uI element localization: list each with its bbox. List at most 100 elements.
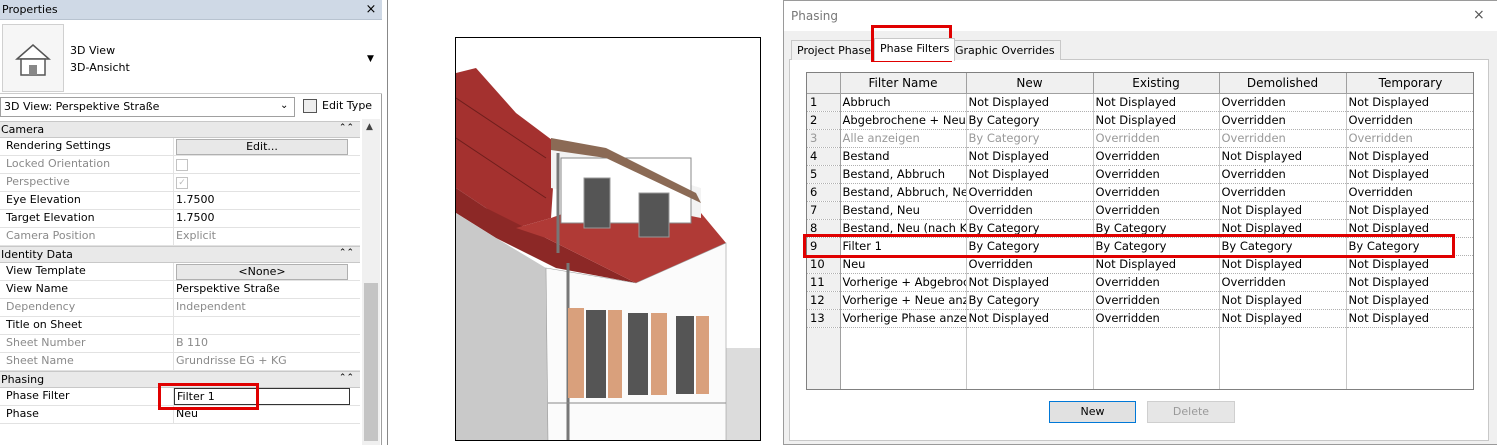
group-header-camera[interactable]: Camera ⌃⌃ <box>0 121 360 138</box>
phase-status-cell[interactable]: Overridden <box>1093 273 1220 292</box>
filter-name-cell[interactable]: Abgebrochene + Neue <box>840 111 967 130</box>
phase-status-cell[interactable]: Not Displayed <box>1346 273 1473 292</box>
phase-status-cell[interactable]: Not Displayed <box>1219 309 1347 328</box>
view-name-field[interactable]: Perspektive Straße <box>174 281 350 298</box>
phase-status-cell[interactable]: Overridden <box>1219 93 1347 112</box>
dialog-titlebar[interactable] <box>784 1 1497 31</box>
phase-status-cell[interactable]: Overridden <box>1346 183 1473 202</box>
phase-status-cell[interactable]: Not Displayed <box>966 309 1094 328</box>
title-on-sheet-field[interactable] <box>174 317 350 334</box>
row-number[interactable]: 6 <box>807 183 841 202</box>
phase-status-cell[interactable]: Not Displayed <box>1093 111 1220 130</box>
phase-status-cell[interactable]: Not Displayed <box>1219 219 1347 238</box>
phase-status-cell[interactable]: Overridden <box>1346 129 1473 148</box>
filter-name-cell[interactable]: Bestand, Neu <box>840 201 967 220</box>
phase-status-cell[interactable]: Overridden <box>1219 129 1347 148</box>
table-row[interactable]: 8 Bestand, Neu (nach Kat By Category By Cat… <box>807 219 1473 238</box>
row-number[interactable]: 10 <box>807 255 841 274</box>
table-row[interactable]: 13 Vorherige Phase anzeig Not Displayed Ove… <box>807 309 1473 328</box>
group-header-phasing[interactable]: Phasing ⌃⌃ <box>0 371 360 388</box>
column-header[interactable]: New <box>966 73 1094 94</box>
scroll-up-icon[interactable]: ▲ <box>366 122 373 132</box>
phase-status-cell[interactable]: Not Displayed <box>1346 165 1473 184</box>
group-header-identity-data[interactable]: Identity Data ⌃⌃ <box>0 246 360 263</box>
table-row[interactable]: 11 Vorherige + Abgebroc Not Displayed Overr… <box>807 273 1473 292</box>
chevron-down-icon[interactable]: ▼ <box>367 54 374 64</box>
close-icon[interactable]: × <box>362 1 380 19</box>
phase-status-cell[interactable]: Not Displayed <box>966 147 1094 166</box>
rendering-settings-edit-button[interactable]: Edit... <box>176 139 348 155</box>
phase-status-cell[interactable]: Overridden <box>1346 111 1473 130</box>
filter-name-cell[interactable]: Vorherige Phase anzeig <box>840 309 967 328</box>
phase-status-cell[interactable]: Not Displayed <box>1219 147 1347 166</box>
row-number[interactable]: 7 <box>807 201 841 220</box>
phase-status-cell[interactable]: By Category <box>1346 237 1473 256</box>
phase-status-cell[interactable]: Overridden <box>1219 165 1347 184</box>
phase-status-cell[interactable]: Overridden <box>966 183 1094 202</box>
column-header[interactable]: Existing <box>1093 73 1220 94</box>
column-header[interactable]: Temporary <box>1346 73 1473 94</box>
tab-phase-filters[interactable]: Phase Filters <box>874 38 956 61</box>
row-number[interactable]: 2 <box>807 111 841 130</box>
row-number[interactable]: 13 <box>807 309 841 328</box>
new-button[interactable]: New <box>1049 401 1136 423</box>
instance-selector[interactable]: 3D View: Perspektive Straße <box>0 97 295 117</box>
view-template-button[interactable]: <None> <box>176 264 348 280</box>
filter-name-cell[interactable]: Abbruch <box>840 93 967 112</box>
view-crop-region[interactable] <box>455 37 761 441</box>
scrollbar-thumb[interactable] <box>364 283 378 441</box>
row-number[interactable]: 11 <box>807 273 841 292</box>
phase-status-cell[interactable]: Overridden <box>1093 309 1220 328</box>
table-row[interactable]: 2 Abgebrochene + Neue By Category Not Displ… <box>807 111 1473 130</box>
edit-type-button[interactable]: Edit Type <box>322 99 372 112</box>
filter-name-cell[interactable]: Bestand, Abbruch, Neu <box>840 183 967 202</box>
phase-status-cell[interactable]: Overridden <box>1093 129 1220 148</box>
phase-status-cell[interactable]: By Category <box>966 237 1094 256</box>
column-header[interactable]: Filter Name <box>840 73 967 94</box>
phase-status-cell[interactable]: Not Displayed <box>1093 255 1220 274</box>
phase-status-cell[interactable]: Overridden <box>1219 183 1347 202</box>
target-elevation-field[interactable]: 1.7500 <box>174 210 350 227</box>
phase-filter-input[interactable]: Filter 1 <box>174 388 350 405</box>
phase-status-cell[interactable]: Not Displayed <box>1346 93 1473 112</box>
table-row[interactable]: 6 Bestand, Abbruch, Neu Overridden Overridd… <box>807 183 1473 202</box>
edit-type-icon[interactable] <box>303 99 317 113</box>
eye-elevation-field[interactable]: 1.7500 <box>174 192 350 209</box>
filter-name-cell[interactable]: Alle anzeigen <box>840 129 967 148</box>
row-number[interactable]: 1 <box>807 93 841 112</box>
filter-name-cell[interactable]: Vorherige + Abgebroc <box>840 273 967 292</box>
table-row[interactable]: 12 Vorherige + Neue anzei By Category Overr… <box>807 291 1473 310</box>
phase-status-cell[interactable]: Not Displayed <box>966 165 1094 184</box>
table-row[interactable]: 10 Neu Overridden Not Displayed Not Displaye… <box>807 255 1473 274</box>
phase-status-cell[interactable]: Not Displayed <box>1346 255 1473 274</box>
table-row[interactable]: 1 Abbruch Not Displayed Not Displayed Overri… <box>807 93 1473 112</box>
chevron-down-icon[interactable]: ⌄ <box>280 100 288 111</box>
phase-status-cell[interactable]: Not Displayed <box>1219 291 1347 310</box>
table-row[interactable]: 4 Bestand Not Displayed Overridden Not Displ… <box>807 147 1473 166</box>
row-number[interactable]: 3 <box>807 129 841 148</box>
row-number[interactable]: 4 <box>807 147 841 166</box>
phase-status-cell[interactable]: Not Displayed <box>1346 309 1473 328</box>
collapse-chevron-icon[interactable]: ⌃⌃ <box>339 373 354 383</box>
filter-name-cell[interactable]: Bestand, Abbruch <box>840 165 967 184</box>
phase-status-cell[interactable]: Overridden <box>1093 147 1220 166</box>
phase-status-cell[interactable]: By Category <box>966 291 1094 310</box>
phase-status-cell[interactable]: By Category <box>966 219 1094 238</box>
phase-status-cell[interactable]: By Category <box>966 129 1094 148</box>
row-number[interactable]: 12 <box>807 291 841 310</box>
phase-status-cell[interactable]: By Category <box>1093 219 1220 238</box>
phase-status-cell[interactable]: Not Displayed <box>1219 255 1347 274</box>
phase-status-cell[interactable]: Not Displayed <box>966 93 1094 112</box>
tab-graphic-overrides[interactable]: Graphic Overrides <box>949 40 1061 60</box>
phase-field[interactable]: Neu <box>174 406 350 423</box>
filter-name-cell[interactable]: Vorherige + Neue anzei <box>840 291 967 310</box>
collapse-chevron-icon[interactable]: ⌃⌃ <box>339 123 354 133</box>
phase-status-cell[interactable]: By Category <box>1093 237 1220 256</box>
close-icon[interactable]: × <box>1473 7 1485 23</box>
phase-status-cell[interactable]: Overridden <box>966 201 1094 220</box>
delete-button[interactable]: Delete <box>1147 401 1235 423</box>
phase-status-cell[interactable]: Not Displayed <box>1219 201 1347 220</box>
table-row[interactable]: 3 Alle anzeigen By Category Overridden Overr… <box>807 129 1473 148</box>
phase-status-cell[interactable]: Overridden <box>1093 291 1220 310</box>
column-header[interactable]: Demolished <box>1219 73 1347 94</box>
